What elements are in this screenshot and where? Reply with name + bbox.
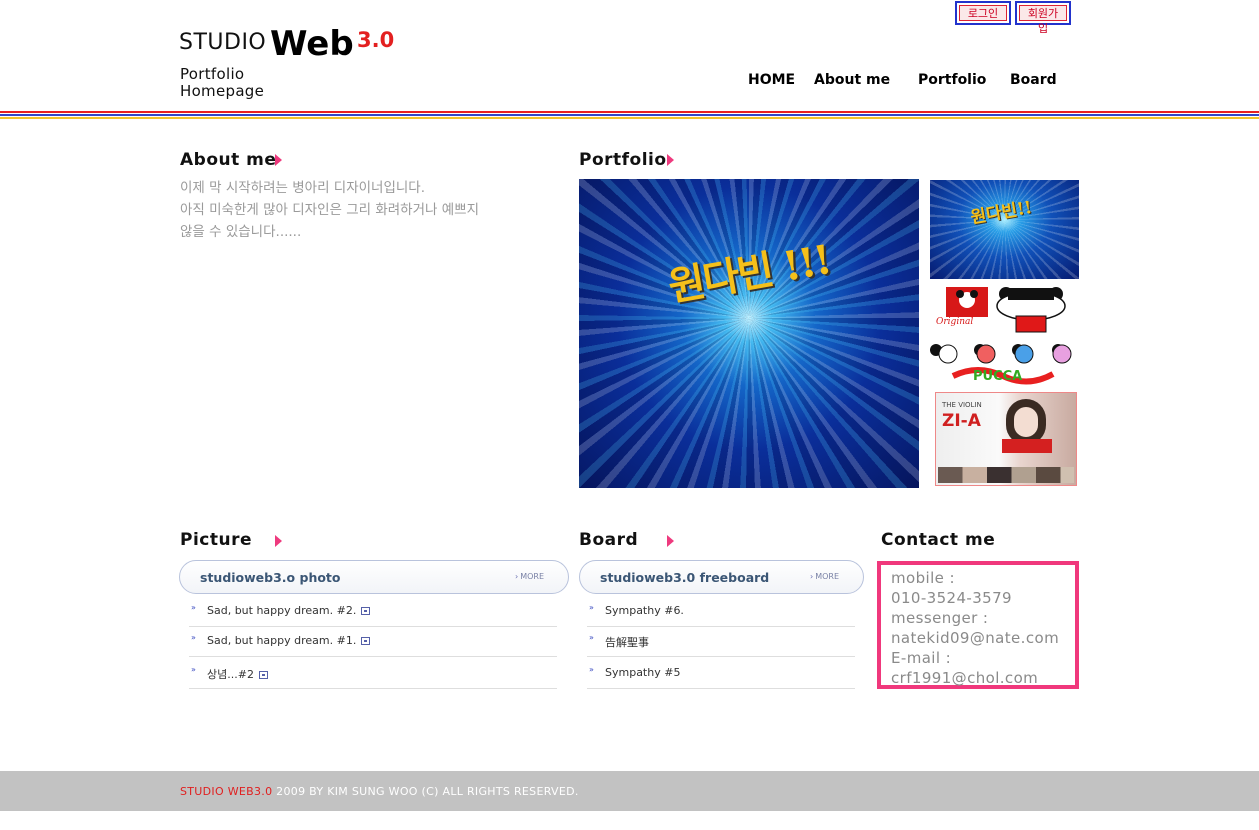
- portfolio-title: Portfolio: [579, 150, 667, 170]
- bullet-icon: »: [589, 665, 594, 674]
- board-item-text[interactable]: 告解聖事: [605, 634, 649, 650]
- bullet-icon: »: [191, 633, 196, 642]
- freeboard-more-link[interactable]: › MORE: [810, 572, 839, 581]
- contact-title: Contact me: [881, 530, 996, 550]
- picture-list-item[interactable]: » Sad, but happy dream. #1.: [189, 626, 557, 657]
- freeboard-more-label: MORE: [815, 572, 840, 581]
- picture-item-link[interactable]: Sad, but happy dream. #1.: [207, 634, 371, 647]
- picture-item-text: Sad, but happy dream. #2.: [207, 604, 357, 617]
- logo-subtitle-line2: Homepage: [180, 82, 265, 100]
- board-list-item[interactable]: » 告解聖事: [587, 626, 855, 657]
- thumb3-caption: THE VIOLIN: [942, 401, 982, 409]
- bullet-icon: »: [589, 603, 594, 612]
- about-line: 아직 미숙한게 많아 디자인은 그리 화려하거나 예쁘지: [180, 202, 479, 218]
- portfolio-thumb-3[interactable]: THE VIOLIN ZI-A: [935, 392, 1077, 486]
- picture-list-item[interactable]: » 상념...#2: [189, 658, 557, 689]
- portfolio-main-image[interactable]: 원다빈 !!!: [579, 179, 919, 488]
- logo-version-text: 3.0: [357, 28, 395, 52]
- svg-text:PUCCA: PUCCA: [973, 369, 1022, 384]
- picture-item-link[interactable]: 상념...#2: [207, 666, 268, 682]
- thumb3-scarf: [1002, 439, 1052, 453]
- about-line: 이제 막 시작하려는 병아리 디자이너입니다.: [180, 180, 426, 196]
- header-stripe-red: [0, 111, 1259, 113]
- signup-button[interactable]: 회원가입: [1015, 1, 1071, 35]
- login-button[interactable]: 로그인: [955, 1, 1011, 25]
- thumb3-portrait-face: [1014, 407, 1038, 437]
- bullet-icon: »: [191, 665, 196, 674]
- more-arrow-icon: ›: [810, 572, 814, 581]
- footer-copyright: 2009 BY KIM SUNG WOO (C) ALL RIGHTS RESE…: [272, 785, 579, 798]
- picture-list-item[interactable]: » Sad, but happy dream. #2.: [189, 596, 557, 627]
- picture-item-link[interactable]: Sad, but happy dream. #2.: [207, 604, 371, 617]
- footer-brand: STUDIO WEB3.0: [180, 785, 273, 798]
- picture-board-header: studioweb3.o photo › MORE: [179, 560, 569, 594]
- portfolio-arrow-icon: [667, 154, 674, 166]
- more-arrow-icon: ›: [515, 572, 519, 581]
- portfolio-thumb-2[interactable]: Original PUCCA: [928, 286, 1080, 386]
- footer-text: STUDIO WEB3.0 2009 BY KIM SUNG WOO (C) A…: [180, 785, 579, 798]
- logo-studio-text: STUDIO: [179, 30, 267, 55]
- about-title: About me: [180, 150, 277, 170]
- svg-text:Original: Original: [936, 317, 973, 327]
- board-item-text[interactable]: Sympathy #6.: [605, 604, 684, 617]
- bullet-icon: »: [191, 603, 196, 612]
- picture-board-title[interactable]: studioweb3.o photo: [200, 570, 341, 585]
- contact-mobile: 010-3524-3579: [891, 589, 1013, 607]
- contact-mobile-label: mobile :: [891, 569, 955, 587]
- footer: STUDIO WEB3.0 2009 BY KIM SUNG WOO (C) A…: [0, 771, 1259, 811]
- bullet-icon: »: [589, 633, 594, 642]
- nav-about[interactable]: About me: [814, 72, 890, 88]
- header-stripe-blue: [0, 114, 1259, 116]
- picture-title: Picture: [180, 530, 253, 550]
- image-attach-icon: [361, 637, 371, 645]
- board-item-text[interactable]: Sympathy #5: [605, 666, 680, 679]
- picture-more-label: MORE: [520, 572, 545, 581]
- contact-email[interactable]: crf1991@chol.com: [891, 668, 1059, 688]
- picture-item-text: Sad, but happy dream. #1.: [207, 634, 357, 647]
- freeboard-header: studioweb3.0 freeboard › MORE: [579, 560, 864, 594]
- pucca-illustration: Original PUCCA: [930, 287, 1072, 385]
- freeboard-title[interactable]: studioweb3.0 freeboard: [600, 570, 769, 585]
- board-title: Board: [579, 530, 639, 550]
- image-attach-icon: [258, 671, 268, 679]
- contact-box: mobile : 010-3524-3579 messenger : natek…: [877, 561, 1079, 689]
- picture-more-link[interactable]: › MORE: [515, 572, 544, 581]
- image-attach-icon: [361, 607, 371, 615]
- main-image-rays: [579, 179, 919, 488]
- nav-board[interactable]: Board: [1010, 72, 1057, 88]
- about-text: 이제 막 시작하려는 병아리 디자이너입니다. 아직 미숙한게 많아 디자인은 …: [180, 177, 560, 243]
- picture-item-text: 상념...#2: [207, 668, 254, 681]
- nav-portfolio[interactable]: Portfolio: [918, 72, 986, 88]
- logo-subtitle-line1: Portfolio: [180, 65, 245, 83]
- logo-subtitle: Portfolio Homepage: [180, 66, 264, 100]
- thumb-rays: [930, 180, 1079, 279]
- about-line: 않을 수 있습니다......: [180, 224, 302, 240]
- signup-button-label: 회원가입: [1019, 5, 1067, 35]
- contact-messenger-label: messenger :: [891, 609, 989, 627]
- thumb3-title: ZI-A: [942, 411, 981, 431]
- contact-messenger: natekid09@nate.com: [891, 629, 1060, 647]
- portfolio-thumb-1[interactable]: 원다빈!!: [930, 180, 1079, 279]
- nav-home[interactable]: HOME: [748, 72, 795, 88]
- about-arrow-icon: [275, 154, 282, 166]
- board-list-item[interactable]: » Sympathy #5: [587, 658, 855, 689]
- header-stripe-yellow: [0, 117, 1259, 119]
- picture-arrow-icon: [275, 535, 282, 547]
- login-button-label: 로그인: [959, 5, 1007, 21]
- contact-email-label: E-mail :: [891, 649, 952, 667]
- board-list-item[interactable]: » Sympathy #6.: [587, 596, 855, 627]
- thumb3-filmstrip: [938, 467, 1074, 483]
- board-arrow-icon: [667, 535, 674, 547]
- logo-web-text: Web: [270, 24, 354, 64]
